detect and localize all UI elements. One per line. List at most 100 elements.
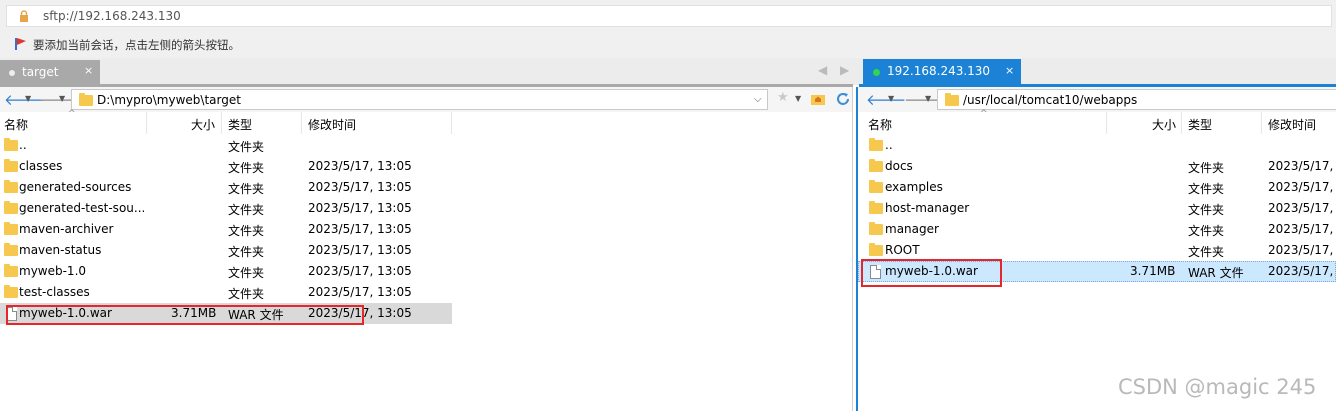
column-header-name[interactable]: 名称 <box>868 116 892 133</box>
back-dropdown-icon[interactable]: ▼ <box>888 94 894 103</box>
folder-icon <box>869 138 883 151</box>
tab-label: 192.168.243.130 <box>887 64 991 78</box>
refresh-icon[interactable] <box>835 91 851 107</box>
file-name: generated-sources <box>19 180 132 194</box>
file-row[interactable]: host-manager 文件夹 2023/5/17, 1 <box>858 198 1336 219</box>
column-divider[interactable] <box>221 112 222 134</box>
file-row[interactable]: docs 文件夹 2023/5/17, 1 <box>858 156 1336 177</box>
file-row[interactable]: myweb-1.0 文件夹 2023/5/17, 13:05 <box>0 261 452 282</box>
file-name: maven-archiver <box>19 222 114 236</box>
file-type: 文件夹 <box>1188 245 1225 259</box>
remote-file-pane: 🡐 ▼ 🡒 ▼ /usr/local/tomcat10/webapps 名称 ^… <box>856 87 1336 411</box>
tab-strip <box>0 58 1336 85</box>
column-header-modified[interactable]: 修改时间 <box>1268 116 1316 133</box>
local-toolbar: 🡐 ▼ 🡒 ▼ D:\mypro\myweb\target ⌵ ★ ▼ <box>0 87 852 112</box>
file-name: generated-test-sou... <box>19 201 146 215</box>
file-name: docs <box>885 159 913 173</box>
file-type: 文件夹 <box>1188 224 1225 238</box>
column-divider[interactable] <box>1261 112 1262 134</box>
column-divider[interactable] <box>301 112 302 134</box>
folder-icon <box>4 201 18 214</box>
back-arrow-icon[interactable]: 🡐 <box>866 90 906 109</box>
file-modified: 2023/5/17, 1 <box>1268 264 1336 278</box>
column-header-type[interactable]: 类型 <box>1188 116 1212 133</box>
file-name: host-manager <box>885 201 970 215</box>
file-modified: 2023/5/17, 1 <box>1268 180 1336 194</box>
sort-ascending-icon: ^ <box>68 109 76 119</box>
column-divider[interactable] <box>1106 112 1107 134</box>
file-row[interactable]: maven-status 文件夹 2023/5/17, 13:05 <box>0 240 452 261</box>
bookmark-dropdown-icon[interactable]: ▼ <box>795 94 801 103</box>
file-name: .. <box>885 138 893 152</box>
remote-path-input[interactable]: /usr/local/tomcat10/webapps <box>937 89 1336 110</box>
folder-icon <box>4 180 18 193</box>
folder-icon <box>869 180 883 193</box>
highlight-box <box>861 259 1002 287</box>
hint-text: 要添加当前会话，点击左侧的箭头按钮。 <box>33 38 240 52</box>
folder-icon <box>869 159 883 172</box>
column-header-size[interactable]: 大小 <box>191 116 215 133</box>
column-header-modified[interactable]: 修改时间 <box>308 116 356 133</box>
file-row[interactable]: ROOT 文件夹 2023/5/17, 1 <box>858 240 1336 261</box>
forward-dropdown-icon[interactable]: ▼ <box>925 94 931 103</box>
file-type: 文件夹 <box>228 203 265 217</box>
file-row[interactable]: generated-test-sou... 文件夹 2023/5/17, 13:… <box>0 198 452 219</box>
folder-icon <box>4 264 18 277</box>
file-row[interactable]: classes 文件夹 2023/5/17, 13:05 <box>0 156 452 177</box>
file-row[interactable]: examples 文件夹 2023/5/17, 1 <box>858 177 1336 198</box>
folder-icon <box>4 222 18 235</box>
file-type: 文件夹 <box>1188 182 1225 196</box>
tab-close-icon[interactable]: × <box>84 64 93 77</box>
file-modified: 2023/5/17, 13:05 <box>308 243 412 257</box>
file-modified: 2023/5/17, 13:05 <box>308 180 412 194</box>
file-type: 文件夹 <box>228 287 265 301</box>
column-header-size[interactable]: 大小 <box>1152 116 1176 133</box>
home-folder-icon[interactable] <box>810 91 826 107</box>
forward-dropdown-icon[interactable]: ▼ <box>59 94 65 103</box>
folder-icon <box>4 138 18 151</box>
tab-status-dot <box>9 70 15 76</box>
local-path-input[interactable]: D:\mypro\myweb\target ⌵ <box>71 89 768 110</box>
address-input[interactable]: sftp://192.168.243.130 <box>6 5 1332 27</box>
back-dropdown-icon[interactable]: ▼ <box>25 94 31 103</box>
file-name: maven-status <box>19 243 102 257</box>
tab-local-target[interactable]: target × <box>0 60 100 85</box>
address-url: sftp://192.168.243.130 <box>43 9 181 23</box>
column-divider[interactable] <box>146 112 147 134</box>
remote-path-text: /usr/local/tomcat10/webapps <box>963 93 1138 107</box>
file-modified: 2023/5/17, 1 <box>1268 222 1336 236</box>
column-header-name[interactable]: 名称 <box>4 116 28 133</box>
tab-connected-dot <box>873 69 880 76</box>
file-type: 文件夹 <box>228 245 265 259</box>
file-row[interactable]: manager 文件夹 2023/5/17, 1 <box>858 219 1336 240</box>
file-type: WAR 文件 <box>1188 266 1244 280</box>
file-modified: 2023/5/17, 13:05 <box>308 264 412 278</box>
file-row[interactable]: generated-sources 文件夹 2023/5/17, 13:05 <box>0 177 452 198</box>
tab-scroll-right-icon[interactable]: ▶ <box>840 63 849 77</box>
column-header-row: 名称 ^ 大小 类型 修改时间 <box>858 109 1336 134</box>
file-row[interactable]: test-classes 文件夹 2023/5/17, 13:05 <box>0 282 452 303</box>
tab-remote-session[interactable]: 192.168.243.130 × <box>863 59 1021 85</box>
column-divider[interactable] <box>1181 112 1182 134</box>
bookmark-star-icon[interactable]: ★ <box>777 90 789 105</box>
file-type: 文件夹 <box>228 224 265 238</box>
tab-close-icon[interactable]: × <box>1005 64 1014 77</box>
file-row-parent[interactable]: .. <box>858 135 1336 156</box>
sort-ascending-icon: ^ <box>980 109 988 119</box>
file-modified: 2023/5/17, 13:05 <box>308 285 412 299</box>
file-name: myweb-1.0 <box>19 264 87 278</box>
tab-label: target <box>22 65 59 79</box>
file-modified: 2023/5/17, 13:05 <box>308 222 412 236</box>
tab-scroll-left-icon[interactable]: ◀ <box>818 63 827 77</box>
folder-icon <box>79 93 93 106</box>
file-name: examples <box>885 180 943 194</box>
chevron-down-icon[interactable]: ⌵ <box>754 94 762 105</box>
hint-bar: 要添加当前会话，点击左侧的箭头按钮。 <box>0 31 1336 58</box>
file-type: 文件夹 <box>228 182 265 196</box>
bookmark-flag-icon[interactable] <box>14 37 28 51</box>
file-row-parent[interactable]: .. 文件夹 <box>0 135 452 156</box>
column-divider[interactable] <box>451 112 452 134</box>
file-row[interactable]: maven-archiver 文件夹 2023/5/17, 13:05 <box>0 219 452 240</box>
column-header-row: 名称 ^ 大小 类型 修改时间 <box>0 109 852 134</box>
column-header-type[interactable]: 类型 <box>228 116 252 133</box>
